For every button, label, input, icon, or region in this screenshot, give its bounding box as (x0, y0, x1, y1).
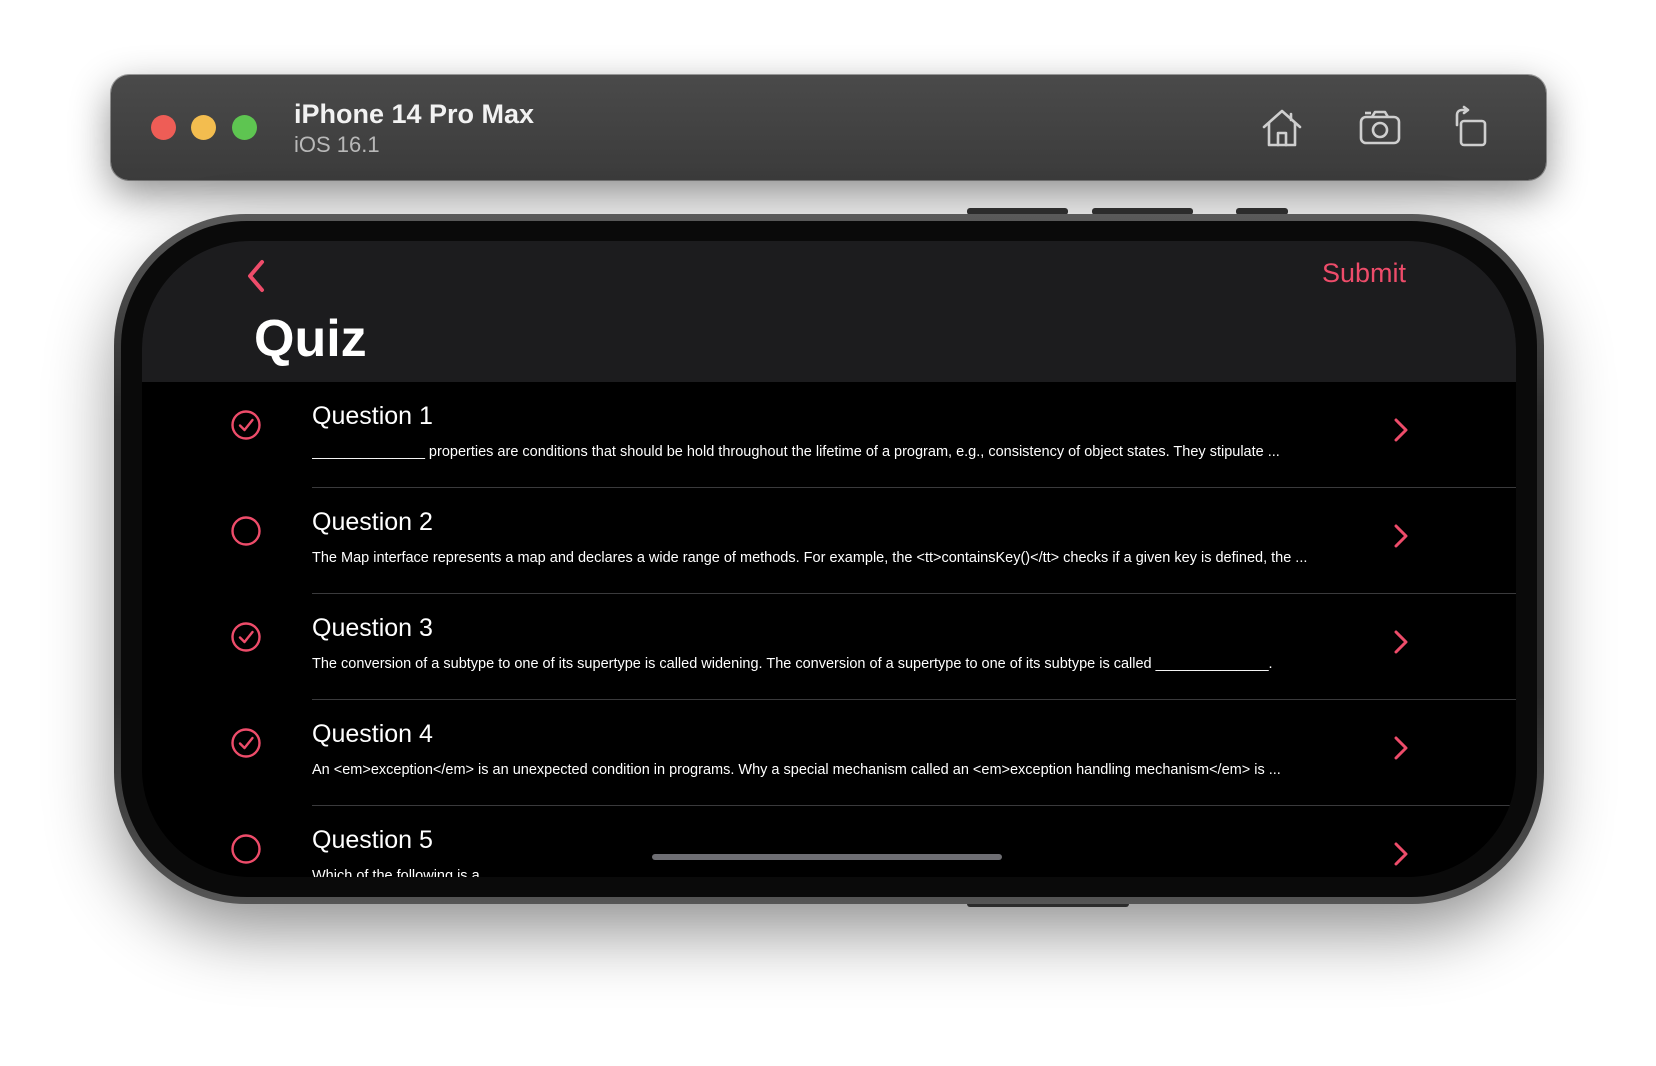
home-icon[interactable] (1259, 105, 1305, 151)
question-description: The Map interface represents a map and d… (312, 550, 1308, 566)
page-title: Quiz (254, 310, 367, 368)
device-name: iPhone 14 Pro Max (294, 99, 535, 129)
checkmark-circle-icon (230, 727, 262, 759)
empty-circle-icon (230, 515, 262, 547)
zoom-window-button[interactable] (232, 115, 257, 140)
question-title: Question 1 (312, 402, 433, 430)
question-title: Question 5 (312, 826, 433, 854)
os-version: iOS 16.1 (294, 132, 380, 157)
question-title: Question 3 (312, 614, 433, 642)
chevron-right-icon (1392, 734, 1410, 762)
chevron-right-icon (1392, 416, 1410, 444)
question-title: Question 2 (312, 508, 433, 536)
question-row-1[interactable]: Question 1 ______________ properties are… (142, 382, 1516, 488)
question-row-4[interactable]: Question 4 An <em>exception</em> is an u… (142, 700, 1516, 806)
question-description: An <em>exception</em> is an unexpected c… (312, 762, 1281, 778)
question-row-3[interactable]: Question 3 The conversion of a subtype t… (142, 594, 1516, 700)
chevron-right-icon (1392, 840, 1410, 868)
submit-button[interactable]: Submit (1322, 258, 1406, 289)
chevron-left-icon (248, 260, 264, 292)
checkmark-circle-icon (230, 409, 262, 441)
minimize-window-button[interactable] (191, 115, 216, 140)
question-row-5[interactable]: Question 5 Which of the following is a .… (142, 806, 1516, 877)
rotate-icon[interactable] (1449, 105, 1495, 151)
checkmark-circle-icon (230, 621, 262, 653)
back-button[interactable] (242, 256, 272, 296)
camera-icon[interactable] (1357, 105, 1403, 151)
question-description: The conversion of a subtype to one of it… (312, 656, 1273, 672)
home-indicator[interactable] (652, 854, 1002, 860)
empty-circle-icon (230, 833, 262, 865)
chevron-right-icon (1392, 628, 1410, 656)
navigation-bar: Submit Quiz DEBUG (142, 241, 1516, 382)
question-row-2[interactable]: Question 2 The Map interface represents … (142, 488, 1516, 594)
question-list: Question 1 ______________ properties are… (142, 382, 1516, 877)
simulator-title-bar: iPhone 14 Pro Max iOS 16.1 (111, 75, 1546, 180)
chevron-right-icon (1392, 522, 1410, 550)
debug-banner: DEBUG (1448, 241, 1516, 359)
question-description: ______________ properties are conditions… (312, 444, 1280, 460)
close-window-button[interactable] (151, 115, 176, 140)
device-screen: Submit Quiz DEBUG Question 1 ___________… (142, 241, 1516, 877)
question-title: Question 4 (312, 720, 433, 748)
question-description: Which of the following is a ... (312, 868, 496, 877)
